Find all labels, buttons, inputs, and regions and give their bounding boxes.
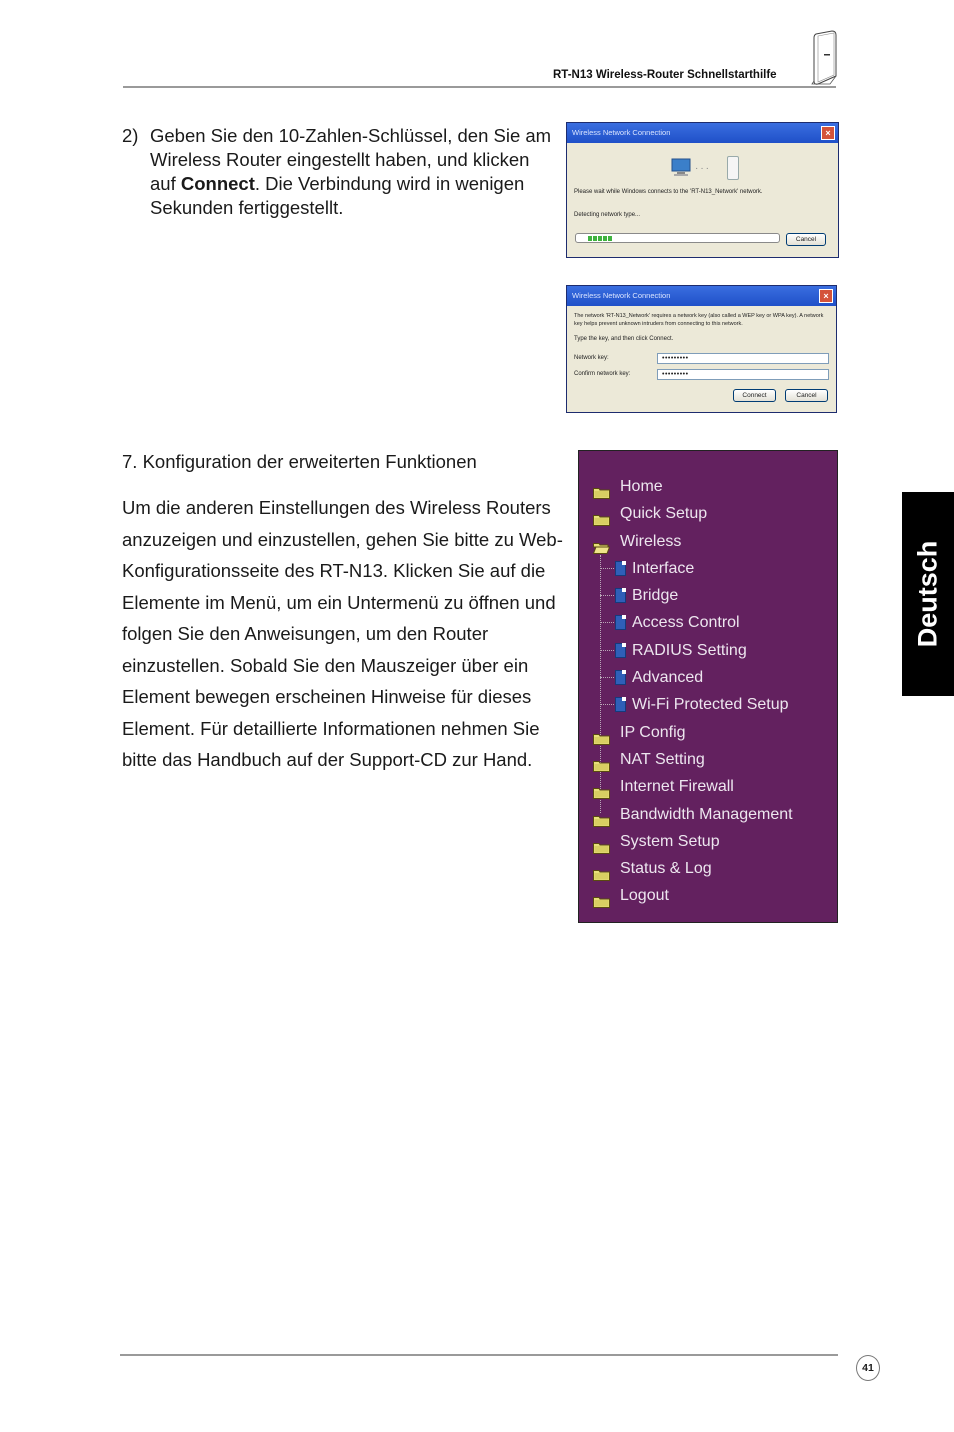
folder-icon — [593, 809, 610, 827]
key-message: The network 'RT-N13_Network' requires a … — [574, 313, 824, 327]
progress-block — [598, 236, 602, 241]
close-icon[interactable]: × — [821, 126, 835, 140]
close-icon[interactable]: × — [819, 289, 833, 303]
menu-item-bridge[interactable]: Bridge — [579, 582, 837, 609]
connecting-status: Detecting network type... — [574, 212, 641, 218]
connect-bold: Connect — [180, 173, 255, 194]
step-2: 2) Geben Sie den 10-Zahlen-Schlüssel, de… — [122, 124, 552, 220]
cancel-button[interactable]: Cancel — [786, 233, 826, 246]
folder-icon — [593, 863, 610, 882]
key-instruction: Type the key, and then click Connect. — [574, 336, 674, 342]
menu-item-label: Bridge — [632, 587, 679, 605]
menu-item-label: RADIUS Setting — [632, 641, 747, 659]
menu-item-label: Quick Setup — [620, 505, 708, 523]
header-divider — [123, 86, 836, 88]
folder-icon — [593, 508, 610, 527]
menu-item-label: Status & Log — [620, 860, 712, 878]
tree-branch — [600, 677, 614, 679]
menu-item-quick-setup[interactable]: Quick Setup — [579, 500, 837, 527]
running-header-title: RT-N13 Wireless-Router Schnellstarthilfe — [553, 69, 777, 81]
connecting-message: Please wait while Windows connects to th… — [574, 189, 763, 195]
tree-branch — [600, 567, 614, 569]
menu-item-bandwidth-management[interactable]: Bandwidth Management — [579, 801, 837, 828]
menu-item-label: Access Control — [632, 614, 740, 632]
progress-block — [593, 236, 597, 241]
connect-button[interactable]: Connect — [733, 389, 776, 402]
page-icon — [615, 560, 626, 576]
language-tab-label: Deutsch — [912, 540, 943, 648]
menu-item-internet-firewall[interactable]: Internet Firewall — [579, 773, 837, 800]
network-key-label: Network key: — [574, 355, 609, 361]
connecting-progress-bar — [575, 233, 780, 243]
menu-item-logout[interactable]: Logout — [579, 882, 837, 909]
menu-item-label: Interface — [632, 559, 695, 577]
tree-branch — [600, 595, 614, 597]
folder-icon — [593, 754, 610, 772]
tree-branch — [600, 704, 614, 706]
menu-item-label: Advanced — [632, 669, 704, 687]
step-2-text: Geben Sie den 10-Zahlen-Schlüssel, den S… — [150, 124, 552, 220]
menu-item-access-control[interactable]: Access Control — [579, 609, 837, 636]
dialog-title: Wireless Network Connection — [572, 128, 671, 137]
page-number: 41 — [856, 1355, 880, 1381]
folder-icon — [593, 781, 610, 800]
folder-icon — [593, 890, 610, 909]
menu-item-label: Logout — [620, 887, 669, 905]
menu-item-label: System Setup — [620, 832, 720, 850]
menu-item-label: Internet Firewall — [620, 778, 734, 796]
page-icon — [615, 670, 626, 686]
connecting-dialog-screenshot: Wireless Network Connection × ··· Please… — [566, 122, 839, 258]
progress-block — [608, 236, 612, 241]
menu-item-ip-config[interactable]: IP Config — [579, 719, 837, 746]
folder-open-icon — [592, 536, 611, 554]
page-icon — [615, 588, 626, 604]
connection-dots: ··· — [695, 163, 711, 174]
dialog-titlebar: Wireless Network Connection × — [567, 286, 836, 306]
computer-icon — [671, 158, 691, 176]
progress-block — [603, 236, 607, 241]
router-icon — [811, 30, 837, 85]
menu-item-advanced[interactable]: Advanced — [579, 664, 837, 691]
router-menu-screenshot: Home Quick Setup Wireless Interface Bridge Ac… — [578, 450, 838, 923]
menu-item-label: Home — [620, 478, 663, 495]
menu-item-home[interactable]: Home — [579, 473, 837, 500]
router-device-icon — [727, 156, 739, 180]
page-icon — [615, 615, 626, 631]
step-7-paragraph: Um die anderen Einstellungen des Wireles… — [122, 497, 563, 770]
tree-branch — [600, 649, 614, 651]
menu-item-nat-setting[interactable]: NAT Setting — [579, 746, 837, 773]
menu-item-label: Wi-Fi Protected Setup — [632, 696, 789, 714]
dialog-title: Wireless Network Connection — [572, 291, 671, 300]
network-key-input[interactable]: ••••••••• — [657, 353, 829, 364]
cancel-button[interactable]: Cancel — [785, 389, 828, 402]
confirm-key-input[interactable]: ••••••••• — [657, 369, 829, 380]
dialog-titlebar: Wireless Network Connection × — [567, 123, 838, 143]
step-2-number: 2) — [122, 125, 139, 146]
language-tab: Deutsch — [902, 492, 954, 696]
folder-icon — [593, 727, 610, 745]
menu-item-radius-setting[interactable]: RADIUS Setting — [579, 637, 837, 664]
network-key-dialog-screenshot: Wireless Network Connection × The networ… — [566, 285, 837, 413]
menu-item-label: Bandwidth Management — [620, 805, 793, 823]
confirm-key-label: Confirm network key: — [574, 371, 631, 377]
menu-item-status-log[interactable]: Status & Log — [579, 855, 837, 882]
footer-divider — [120, 1354, 838, 1356]
menu-item-wi-fi-protected-setup[interactable]: Wi-Fi Protected Setup — [579, 691, 837, 718]
menu-item-system-setup[interactable]: System Setup — [579, 828, 837, 855]
menu-item-label: Wireless — [620, 532, 682, 550]
menu-list: Home Quick Setup Wireless Interface Bridge Ac… — [579, 473, 837, 910]
menu-item-label: NAT Setting — [620, 750, 705, 768]
menu-item-label: IP Config — [620, 723, 686, 741]
menu-item-interface[interactable]: Interface — [579, 555, 837, 582]
menu-item-wireless[interactable]: Wireless — [579, 528, 837, 555]
progress-fill — [588, 236, 612, 241]
page-icon — [615, 697, 626, 713]
step-7-heading: 7. Konfiguration der erweiterten Funktio… — [122, 451, 477, 472]
folder-icon — [593, 836, 610, 854]
page-icon — [615, 642, 626, 658]
tree-branch — [600, 622, 614, 624]
progress-block — [588, 236, 592, 241]
folder-icon — [593, 481, 610, 499]
